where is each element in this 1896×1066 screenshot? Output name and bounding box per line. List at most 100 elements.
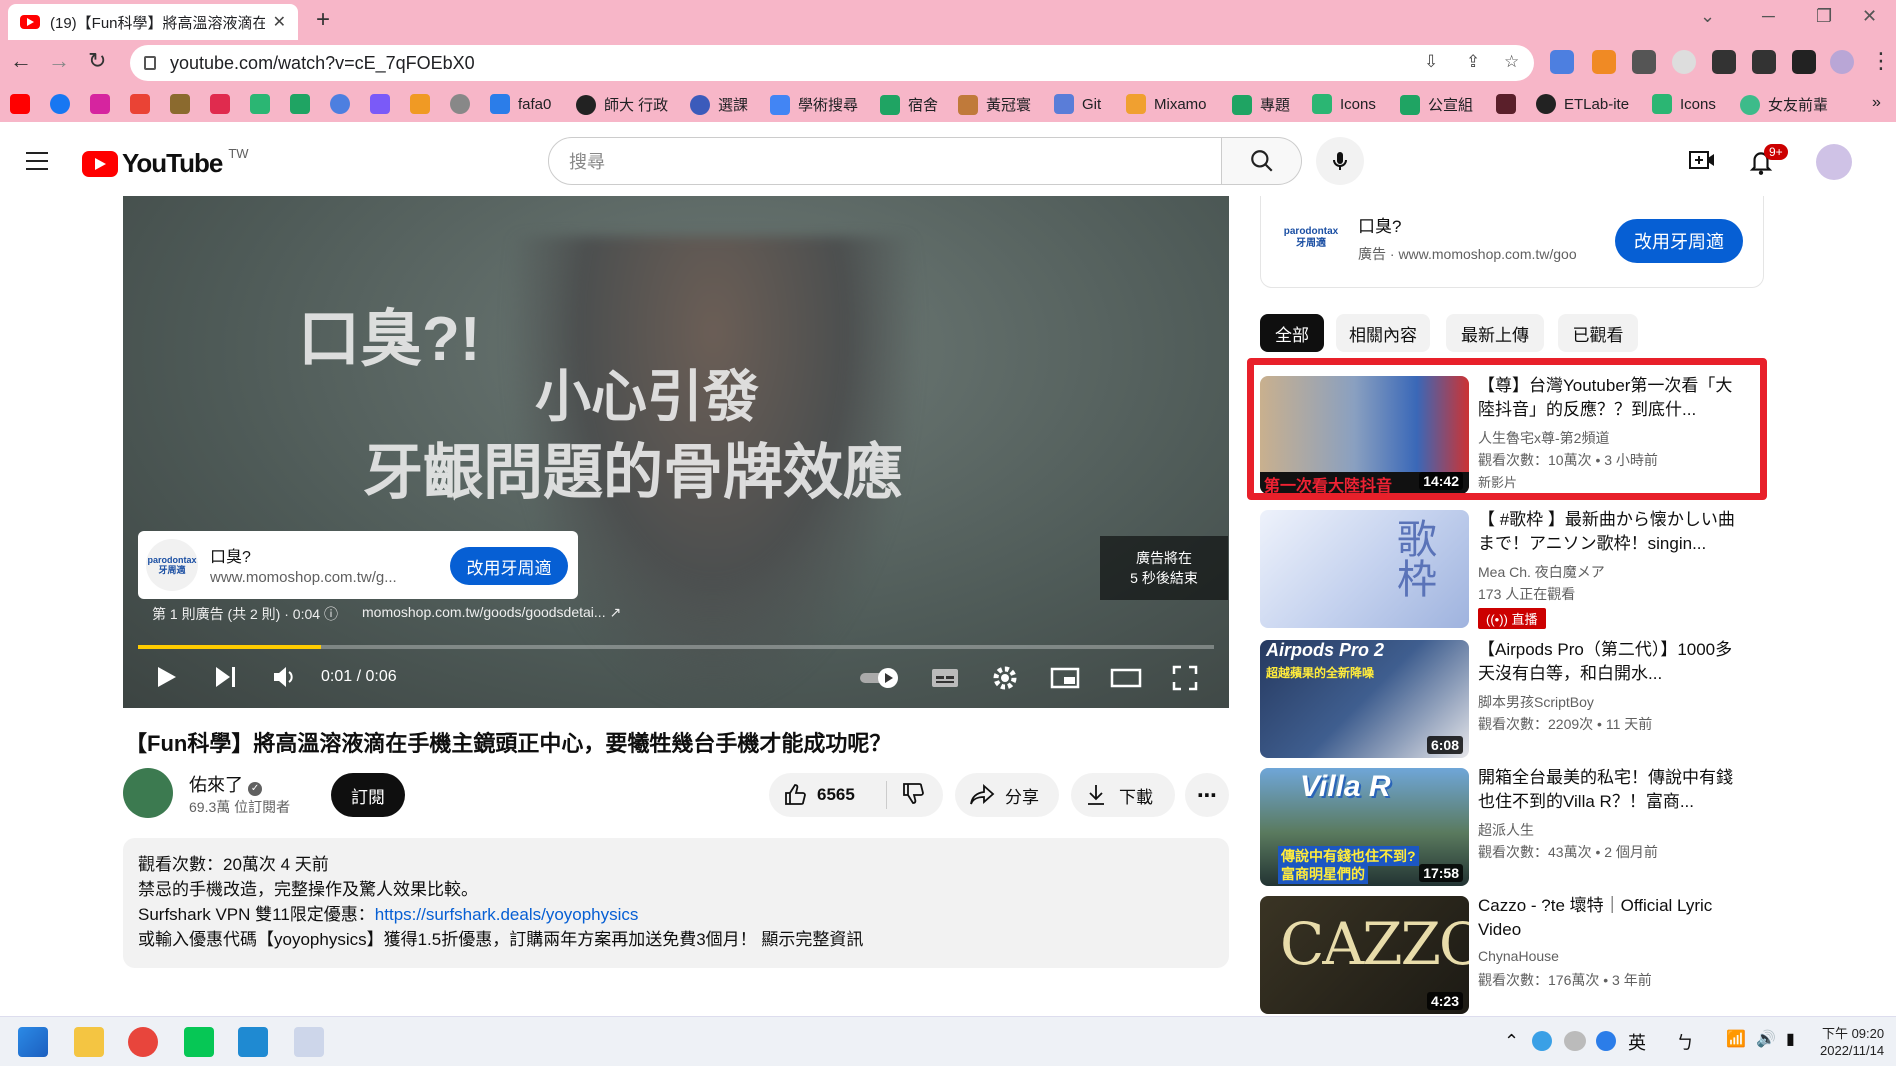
bookmark-icon[interactable] xyxy=(250,94,270,114)
input-language[interactable]: 英 xyxy=(1628,1029,1646,1055)
ad-domain-link[interactable]: momoshop.com.tw/goods/goodsdetai... ↗ xyxy=(362,604,621,621)
vscode-icon[interactable] xyxy=(238,1027,268,1057)
search-button[interactable] xyxy=(1222,137,1302,185)
miniplayer-icon[interactable] xyxy=(1050,667,1080,689)
chip-recent[interactable]: 最新上傳 xyxy=(1446,314,1544,352)
minimize-icon[interactable]: ─ xyxy=(1762,6,1775,27)
sync-icon[interactable] xyxy=(1596,1031,1616,1051)
line-icon[interactable] xyxy=(184,1027,214,1057)
snipping-tool-icon[interactable] xyxy=(294,1027,324,1057)
browser-tab[interactable]: (19)【Fun科學】將高溫溶液滴在 ✕ xyxy=(8,4,298,40)
bookmark-fafa0[interactable]: fafa0 xyxy=(490,94,551,114)
tray-app-icon[interactable] xyxy=(1532,1031,1552,1051)
ime-mode-icon[interactable]: ㄅ xyxy=(1676,1029,1694,1055)
account-avatar[interactable] xyxy=(1816,144,1852,180)
close-window-icon[interactable]: ✕ xyxy=(1862,6,1877,27)
more-actions-icon[interactable]: ⋯ xyxy=(1185,773,1229,817)
youtube-logo[interactable]: YouTube TW xyxy=(82,146,249,179)
m-extension-icon[interactable] xyxy=(1632,50,1656,74)
bookmark-gongxuan[interactable]: 公宣組 xyxy=(1400,94,1473,115)
gmail-bookmark-icon[interactable] xyxy=(130,94,150,114)
tab-search-icon[interactable]: ⌄ xyxy=(1700,6,1715,27)
forward-icon[interactable]: → xyxy=(48,48,70,74)
chip-related[interactable]: 相關內容 xyxy=(1336,314,1430,352)
description-box[interactable]: 觀看次數：20萬次 4 天前 禁忌的手機改造，完整操作及驚人效果比較。 Surf… xyxy=(123,838,1229,968)
channel-name[interactable]: 佑來了 ✓ xyxy=(189,771,263,797)
create-video-icon[interactable] xyxy=(1688,148,1716,172)
search-input[interactable]: 搜尋 xyxy=(548,137,1222,185)
bookmark-star-icon[interactable]: ☆ xyxy=(1504,52,1519,72)
chrome-icon[interactable] xyxy=(128,1027,158,1057)
chip-all[interactable]: 全部 xyxy=(1260,314,1324,352)
profile-avatar[interactable] xyxy=(1830,50,1854,74)
sidebar-ad-cta-button[interactable]: 改用牙周適 xyxy=(1615,219,1743,263)
bookmark-icon[interactable] xyxy=(370,94,390,114)
show-more-link[interactable]: 顯示完整資訊 xyxy=(761,930,863,949)
onedrive-icon[interactable] xyxy=(1564,1031,1586,1051)
show-hidden-icons-icon[interactable]: ⌃ xyxy=(1504,1031,1519,1052)
start-windows-icon[interactable] xyxy=(18,1027,48,1057)
bookmark-etlab[interactable]: ETLab-ite xyxy=(1536,94,1629,114)
bookmark-scholar[interactable]: 學術搜尋 xyxy=(770,94,858,115)
subscribe-button[interactable]: 訂閱 xyxy=(331,773,405,817)
download-button[interactable]: 下載 xyxy=(1071,773,1175,817)
bookmark-mixamo[interactable]: Mixamo xyxy=(1126,94,1207,114)
recommendation-item[interactable]: Airpods Pro 2 超越蘋果的全新降噪 6:08 【Airpods Pr… xyxy=(1260,640,1770,760)
recommendation-item[interactable]: 歌枠 【 #歌枠 】最新曲から懐かしい曲まで！アニソン歌枠！singin... … xyxy=(1260,510,1770,630)
extensions-puzzle-icon[interactable] xyxy=(1712,50,1736,74)
chip-watched[interactable]: 已觀看 xyxy=(1558,314,1638,352)
drive-bookmark-icon[interactable] xyxy=(290,94,310,114)
share-icon[interactable]: ⇪ xyxy=(1466,52,1480,72)
channel-avatar[interactable] xyxy=(123,768,173,818)
reload-icon[interactable]: ↻ xyxy=(88,48,106,74)
fullscreen-icon[interactable] xyxy=(1172,665,1198,691)
bookmark-girlfriend-senior[interactable]: 女友前輩 xyxy=(1740,94,1828,115)
bookmark-git[interactable]: Git xyxy=(1054,94,1101,114)
bookmark-project[interactable]: 專題 xyxy=(1232,94,1290,115)
new-tab-button[interactable]: + xyxy=(316,6,330,34)
recommendation-item[interactable]: Villa R 傳說中有錢也住不到? 富商明星們的 17:58 開箱全台最美的私… xyxy=(1260,768,1770,888)
video-player[interactable]: 口臭?! 小心引發 牙齦問題的骨牌效應 xyxy=(123,196,1229,708)
file-explorer-icon[interactable] xyxy=(74,1027,104,1057)
battery-icon[interactable]: ▮ xyxy=(1786,1029,1795,1049)
bookmark-huang[interactable]: 黃冠寰 xyxy=(958,94,1031,115)
bookmark-icon[interactable] xyxy=(410,94,430,114)
youtube-bookmark-icon[interactable] xyxy=(10,94,30,114)
bookmark-ntnu-admin[interactable]: 師大 行政 xyxy=(576,94,668,115)
progress-bar[interactable] xyxy=(138,645,1214,649)
bookmark-icon[interactable] xyxy=(170,94,190,114)
bookmark-icons[interactable]: Icons xyxy=(1312,94,1376,114)
metamask-extension-icon[interactable] xyxy=(1592,50,1616,74)
side-panel-icon[interactable] xyxy=(1792,50,1816,74)
system-clock[interactable]: 下午 09:20 2022/11/14 xyxy=(1820,1025,1884,1059)
install-icon[interactable]: ⇩ xyxy=(1424,52,1438,72)
speaker-icon[interactable]: 🔊 xyxy=(1756,1029,1776,1049)
volume-icon[interactable] xyxy=(272,665,298,689)
dislike-button[interactable] xyxy=(887,781,925,810)
menu-icon[interactable] xyxy=(26,152,48,176)
back-icon[interactable]: ← xyxy=(10,48,32,74)
facebook-bookmark-icon[interactable] xyxy=(50,94,70,114)
next-icon[interactable] xyxy=(214,665,238,689)
close-tab-icon[interactable]: ✕ xyxy=(273,12,286,32)
voice-search-button[interactable] xyxy=(1316,137,1364,185)
settings-gear-icon[interactable] xyxy=(992,665,1018,691)
wifi-icon[interactable]: 📶 xyxy=(1726,1029,1746,1049)
bookmark-icon[interactable] xyxy=(1496,94,1516,114)
bookmark-dorm[interactable]: 宿舍 xyxy=(880,94,938,115)
instagram-bookmark-icon[interactable] xyxy=(90,94,110,114)
play-icon[interactable] xyxy=(156,665,178,689)
captions-icon[interactable] xyxy=(930,667,960,689)
bookmark-icon[interactable] xyxy=(330,94,350,114)
ad-card[interactable]: parodontax 牙周適 口臭? www.momoshop.com.tw/g… xyxy=(138,531,578,599)
recommendation-item[interactable]: CAZZO 4:23 Cazzo - ?te 壞特｜Official Lyric… xyxy=(1260,896,1770,1016)
sidebar-ad[interactable]: parodontax 牙周適 口臭? 廣告 · www.momoshop.com… xyxy=(1260,196,1764,288)
translate-extension-icon[interactable] xyxy=(1550,50,1574,74)
ad-cta-button[interactable]: 改用牙周適 xyxy=(450,547,568,585)
bookmark-course[interactable]: 選課 xyxy=(690,94,748,115)
share-button[interactable]: 分享 xyxy=(955,773,1059,817)
surfshark-link[interactable]: https://surfshark.deals/yoyophysics xyxy=(375,905,639,924)
more-bookmarks-icon[interactable]: » xyxy=(1872,94,1881,112)
maximize-icon[interactable]: ❐ xyxy=(1816,6,1832,27)
theater-mode-icon[interactable] xyxy=(1110,667,1142,689)
